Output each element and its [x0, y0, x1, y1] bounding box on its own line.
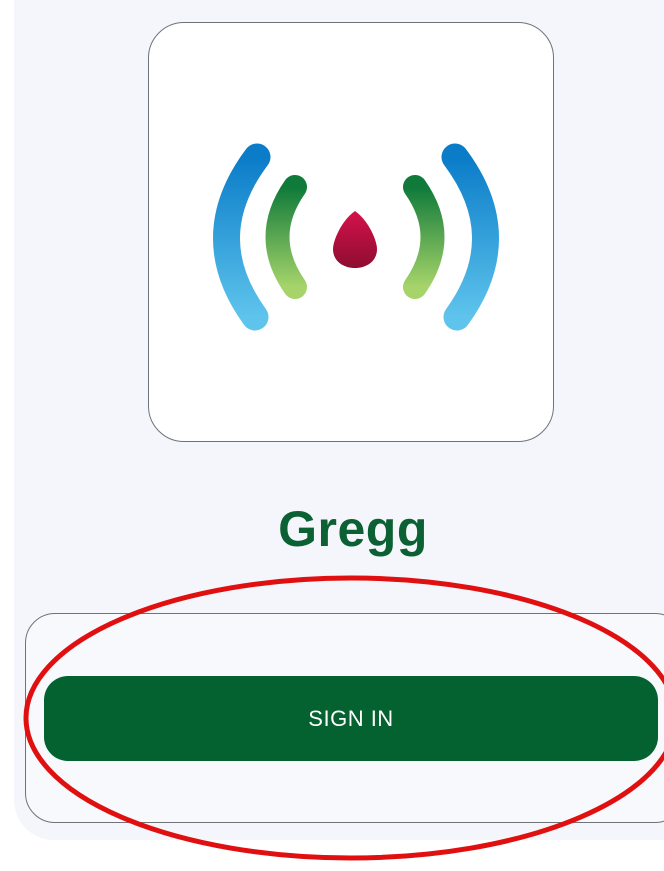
app-screen: Gregg SIGN IN	[0, 0, 664, 871]
inner-right-wave	[403, 175, 445, 299]
app-name-title: Gregg	[278, 501, 428, 557]
signal-broadcast-icon	[213, 143, 499, 331]
center-drop	[333, 211, 377, 268]
sign-in-button[interactable]: SIGN IN	[44, 676, 658, 761]
inner-left-wave	[265, 175, 307, 299]
outer-right-wave	[441, 143, 499, 331]
outer-left-wave	[213, 143, 271, 331]
app-logo-card	[148, 22, 554, 442]
